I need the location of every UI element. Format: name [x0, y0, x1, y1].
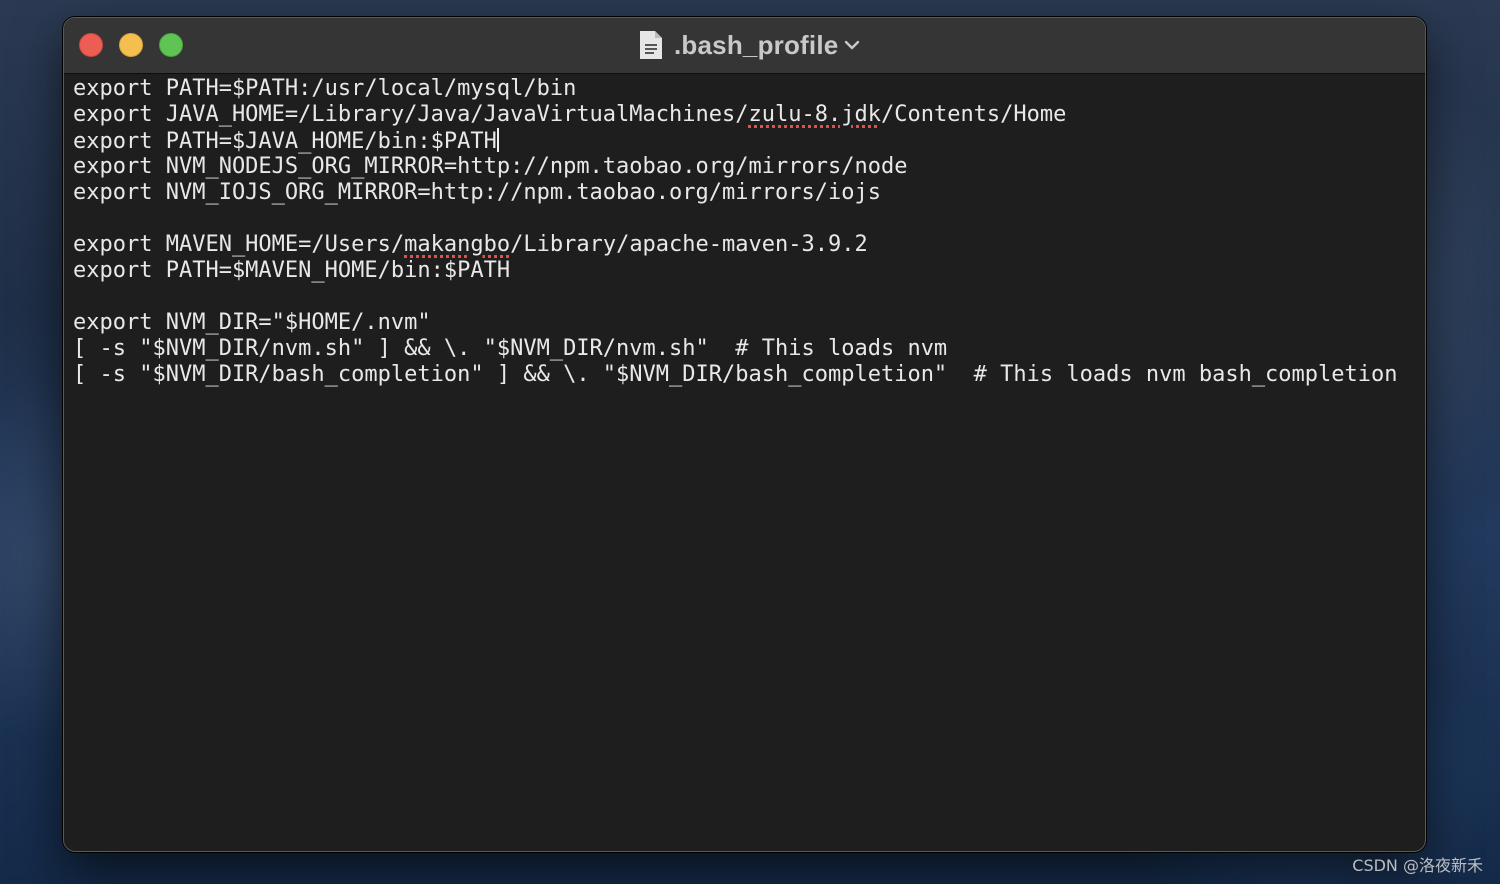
- title-bar[interactable]: .bash_profile: [64, 18, 1425, 74]
- editor-line[interactable]: export PATH=$MAVEN_HOME/bin:$PATH: [73, 258, 1415, 284]
- line-text: [ -s "$NVM_DIR/nvm.sh" ] && \. "$NVM_DIR…: [73, 336, 948, 361]
- editor-line[interactable]: export MAVEN_HOME=/Users/makangbo/Librar…: [73, 232, 1415, 258]
- zoom-window-button[interactable]: [159, 33, 183, 57]
- line-text: export NVM_NODEJS_ORG_MIRROR=http://npm.…: [73, 154, 908, 179]
- editor-line[interactable]: [ -s "$NVM_DIR/nvm.sh" ] && \. "$NVM_DIR…: [73, 336, 1415, 362]
- editor-line[interactable]: export PATH=$JAVA_HOME/bin:$PATH: [73, 128, 1415, 154]
- line-text: [ -s "$NVM_DIR/bash_completion" ] && \. …: [73, 362, 1398, 387]
- line-text: /Contents/Home: [880, 102, 1067, 127]
- window-title-menu[interactable]: .bash_profile: [638, 28, 860, 62]
- close-window-button[interactable]: [79, 33, 103, 57]
- line-text: export PATH=$MAVEN_HOME/bin:$PATH: [73, 258, 511, 283]
- editor-line[interactable]: export JAVA_HOME=/Library/Java/JavaVirtu…: [73, 102, 1415, 128]
- minimize-window-button[interactable]: [119, 33, 143, 57]
- editor-line[interactable]: [ -s "$NVM_DIR/bash_completion" ] && \. …: [73, 362, 1415, 388]
- editor-line[interactable]: export NVM_NODEJS_ORG_MIRROR=http://npm.…: [73, 154, 1415, 180]
- line-text: /Library/apache-maven-3.9.2: [510, 232, 868, 257]
- text-cursor: [496, 128, 499, 152]
- window-title: .bash_profile: [674, 29, 839, 60]
- line-text: export MAVEN_HOME=/Users/: [73, 232, 405, 257]
- misspelled-word: makangbo: [404, 232, 511, 257]
- editor-line[interactable]: export NVM_IOJS_ORG_MIRROR=http://npm.ta…: [73, 180, 1415, 206]
- editor-line[interactable]: [73, 206, 1415, 232]
- line-text: export JAVA_HOME=/Library/Java/JavaVirtu…: [73, 102, 749, 127]
- misspelled-word: zulu-8.jdk: [748, 102, 881, 127]
- line-text: export NVM_DIR="$HOME/.nvm": [73, 310, 431, 335]
- editor-line[interactable]: export PATH=$PATH:/usr/local/mysql/bin: [73, 76, 1415, 102]
- document-icon: [640, 31, 662, 59]
- editor-window: .bash_profile export PATH=$PATH:/usr/loc…: [63, 17, 1426, 852]
- line-text: export PATH=$JAVA_HOME/bin:$PATH: [73, 129, 497, 154]
- watermark: CSDN @洛夜新禾: [1352, 856, 1483, 875]
- text-editor-area[interactable]: export PATH=$PATH:/usr/local/mysql/bin ex…: [73, 76, 1415, 851]
- editor-line[interactable]: export NVM_DIR="$HOME/.nvm": [73, 310, 1415, 336]
- line-text: export PATH=$PATH:/usr/local/mysql/bin: [73, 76, 577, 101]
- editor-line[interactable]: [73, 284, 1415, 310]
- line-text: export NVM_IOJS_ORG_MIRROR=http://npm.ta…: [73, 180, 881, 205]
- chevron-down-icon[interactable]: [844, 40, 860, 50]
